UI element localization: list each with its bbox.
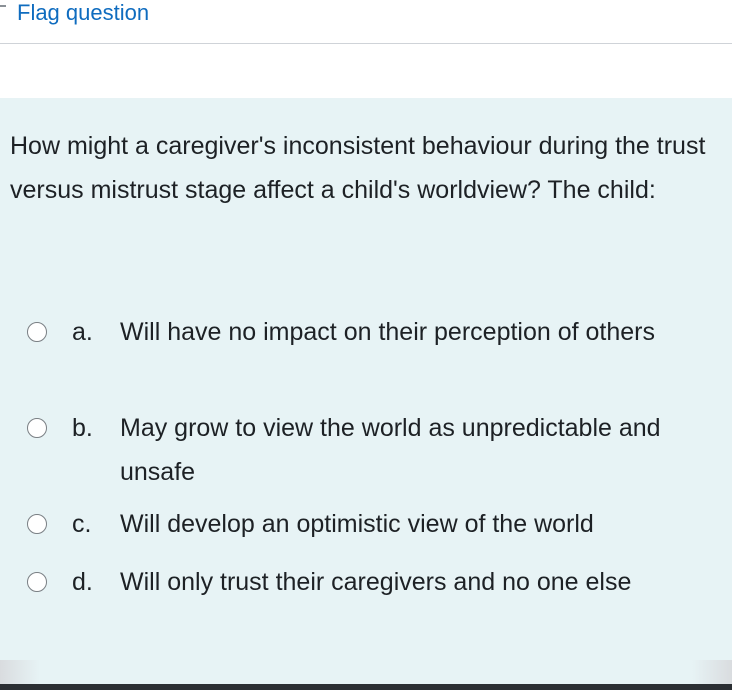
answer-option-b[interactable]: b. May grow to view the world as unpredi… bbox=[0, 406, 732, 496]
radio-unselected-icon[interactable] bbox=[27, 572, 47, 592]
flag-question-bar: Flag question bbox=[0, 0, 732, 44]
spacer bbox=[0, 44, 732, 98]
panel-corner-shade bbox=[0, 660, 40, 684]
question-panel: How might a caregiver's inconsistent beh… bbox=[0, 98, 732, 684]
answer-option-c[interactable]: c. Will develop an optimistic view of th… bbox=[0, 502, 732, 548]
answer-letter: c. bbox=[72, 510, 92, 538]
answer-text: Will have no impact on their perception … bbox=[120, 318, 655, 346]
answer-text: Will only trust their caregivers and no … bbox=[120, 568, 632, 596]
flag-icon[interactable] bbox=[0, 5, 6, 7]
answer-option-a[interactable]: a. Will have no impact on their percepti… bbox=[0, 310, 732, 400]
answer-option-d[interactable]: d. Will only trust their caregivers and … bbox=[0, 560, 732, 650]
answer-text: May grow to view the world as unpredicta… bbox=[120, 414, 661, 486]
answer-text: Will develop an optimistic view of the w… bbox=[120, 510, 594, 538]
question-text: How might a caregiver's inconsistent beh… bbox=[10, 132, 706, 204]
bottom-edge bbox=[0, 684, 732, 690]
radio-unselected-icon[interactable] bbox=[27, 514, 47, 534]
answer-letter: b. bbox=[72, 414, 93, 442]
radio-unselected-icon[interactable] bbox=[27, 418, 47, 438]
flag-question-link[interactable]: Flag question bbox=[17, 0, 149, 26]
answer-letter: a. bbox=[72, 318, 93, 346]
panel-corner-shade bbox=[692, 660, 732, 684]
radio-unselected-icon[interactable] bbox=[27, 322, 47, 342]
answer-letter: d. bbox=[72, 568, 93, 596]
